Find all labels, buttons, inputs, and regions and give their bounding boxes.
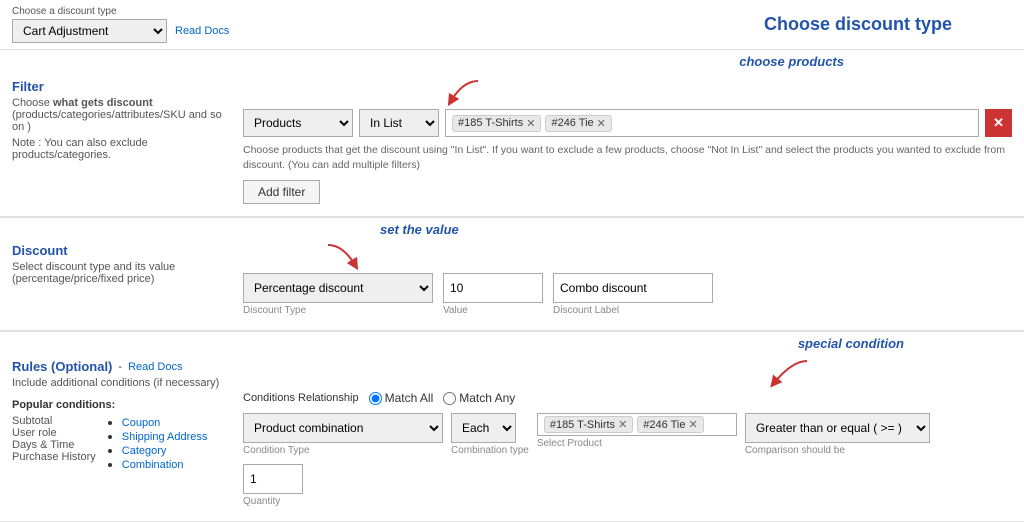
- discount-label-input[interactable]: [553, 273, 713, 303]
- discount-title: Discount: [12, 243, 227, 258]
- quantity-input[interactable]: [243, 464, 303, 494]
- filter-help-text: Choose products that get the discount us…: [243, 143, 1012, 172]
- set-value-annotation: set the value: [380, 222, 459, 237]
- remove-filter-button[interactable]: ✕: [985, 109, 1012, 137]
- discount-label-label: Discount Label: [553, 305, 713, 316]
- filter-type-select[interactable]: Products: [243, 109, 353, 137]
- discount-value-label: Value: [443, 305, 543, 316]
- rules-desc: Include additional conditions (if necess…: [12, 377, 227, 389]
- filter-tags-box: #185 T-Shirts ✕ #246 Tie ✕: [445, 109, 979, 137]
- discount-desc: Select discount type and its value: [12, 261, 227, 273]
- popular-item-purchase: Purchase History: [12, 451, 96, 463]
- tag-tshirts-cond[interactable]: #185 T-Shirts ✕: [544, 416, 633, 433]
- match-all-radio-label[interactable]: Match All: [369, 391, 434, 405]
- discount-desc-sub: (percentage/price/fixed price): [12, 273, 227, 285]
- quantity-label: Quantity: [243, 496, 308, 507]
- popular-link-category[interactable]: Category: [122, 445, 167, 457]
- popular-link-shipping[interactable]: Shipping Address: [122, 431, 208, 443]
- set-value-arrow: [323, 243, 363, 271]
- rules-title: Rules (Optional): [12, 359, 112, 374]
- filter-desc-sub: (products/categories/attributes/SKU and …: [12, 109, 227, 133]
- match-any-radio[interactable]: [443, 392, 456, 405]
- match-any-radio-label[interactable]: Match Any: [443, 391, 515, 405]
- each-select[interactable]: Each: [451, 413, 516, 443]
- condition-type-select[interactable]: Product combination: [243, 413, 443, 443]
- discount-type-select[interactable]: Cart Adjustment: [12, 19, 167, 43]
- tag-tshirts[interactable]: #185 T-Shirts ✕: [452, 115, 541, 132]
- filter-title: Filter: [12, 79, 227, 94]
- special-condition-annotation: special condition: [798, 336, 904, 351]
- popular-link-combination[interactable]: Combination: [122, 459, 184, 471]
- popular-conditions: Popular conditions: Subtotal User role D…: [12, 397, 227, 471]
- tag-tie[interactable]: #246 Tie ✕: [545, 115, 611, 132]
- choose-products-annotation: choose products: [739, 54, 844, 69]
- match-all-radio[interactable]: [369, 392, 382, 405]
- conditions-rel-label: Conditions Relationship: [243, 392, 359, 404]
- choose-discount-heading: Choose discount type: [764, 14, 952, 35]
- discount-type-label: Discount Type: [243, 305, 433, 316]
- discount-type-select[interactable]: Percentage discount: [243, 273, 433, 303]
- tag-tie-cond[interactable]: #246 Tie ✕: [637, 416, 703, 433]
- comparison-select[interactable]: Greater than or equal ( >= ): [745, 413, 930, 443]
- rules-read-docs-link[interactable]: Read Docs: [128, 361, 182, 373]
- popular-item-subtotal: Subtotal: [12, 415, 96, 427]
- special-condition-arrow: [762, 359, 812, 389]
- select-product-box[interactable]: #185 T-Shirts ✕ #246 Tie ✕: [537, 413, 737, 436]
- read-docs-link[interactable]: Read Docs: [175, 25, 229, 37]
- discount-value-input[interactable]: [443, 273, 543, 303]
- combo-type-label: Combination type: [451, 445, 529, 456]
- filter-list-select[interactable]: In List: [359, 109, 439, 137]
- choose-products-arrow: [443, 79, 483, 107]
- select-product-label: Select Product: [537, 438, 737, 449]
- popular-item-daystime: Days & Time: [12, 439, 96, 451]
- comparison-label: Comparison should be: [745, 445, 930, 456]
- popular-link-coupon[interactable]: Coupon: [122, 417, 161, 429]
- add-filter-button[interactable]: Add filter: [243, 180, 320, 204]
- condition-type-label: Condition Type: [243, 445, 443, 456]
- filter-note: Note : You can also exclude products/cat…: [12, 137, 227, 161]
- discount-type-label: Choose a discount type: [12, 6, 229, 17]
- popular-item-userrole: User role: [12, 427, 96, 439]
